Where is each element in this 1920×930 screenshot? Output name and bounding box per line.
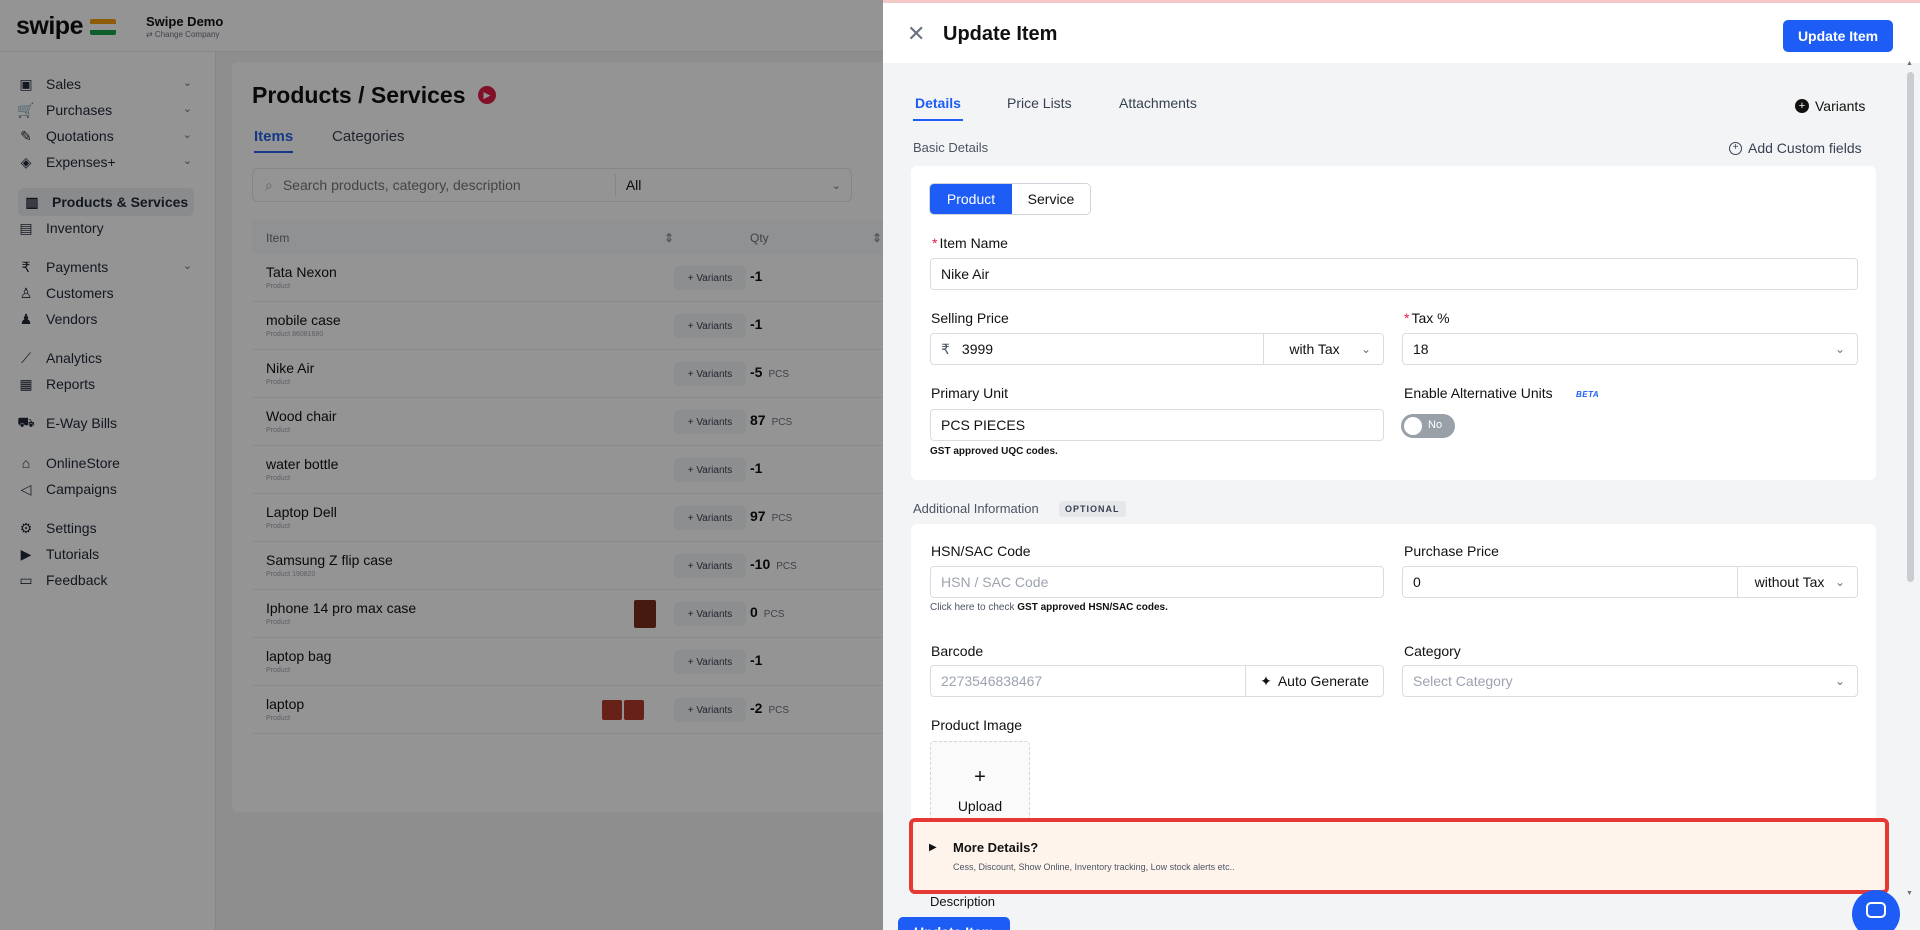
uqc-hint[interactable]: GST approved UQC codes. — [930, 446, 1058, 457]
hsn-input[interactable]: HSN / SAC Code — [930, 566, 1384, 598]
type-product-option[interactable]: Product — [930, 184, 1012, 214]
scroll-up-arrow[interactable]: ▲ — [1906, 60, 1913, 67]
chevron-down-icon: ⌄ — [1360, 342, 1371, 356]
plus-circle-icon: + — [1795, 99, 1809, 113]
product-image-label: Product Image — [931, 717, 1023, 733]
item-name-input[interactable]: Nike Air — [930, 258, 1858, 290]
more-details-subtitle: Cess, Discount, Show Online, Inventory t… — [953, 862, 1235, 872]
scrollbar-thumb[interactable] — [1907, 72, 1914, 582]
chat-icon — [1866, 902, 1886, 918]
selling-price-label: Selling Price — [931, 310, 1009, 326]
primary-unit-input[interactable]: PCS PIECES — [930, 409, 1384, 441]
chevron-down-icon: ⌄ — [1834, 342, 1845, 356]
chat-support-button[interactable] — [1852, 890, 1900, 930]
selling-price-input[interactable]: ₹ 3999 with Tax ⌄ — [930, 333, 1384, 365]
alt-units-label: Enable Alternative Units — [1404, 385, 1553, 401]
drawer-header: ✕ Update Item Update Item — [883, 3, 1920, 63]
rupee-icon: ₹ — [941, 340, 950, 357]
chevron-down-icon: ⌄ — [1834, 575, 1845, 589]
purchase-price-label: Purchase Price — [1404, 543, 1499, 559]
more-details-title: More Details? — [953, 840, 1039, 855]
update-item-button[interactable]: Update Item — [1783, 20, 1893, 52]
tab-attachments[interactable]: Attachments — [1117, 95, 1199, 119]
category-label: Category — [1404, 643, 1461, 659]
optional-badge: OPTIONAL — [1059, 501, 1126, 517]
item-name-label: * Item Name — [932, 235, 1008, 251]
purchase-price-input[interactable]: 0 without Tax ⌄ — [1402, 566, 1858, 598]
basic-details-heading: Basic Details — [913, 140, 989, 155]
more-details-expander[interactable]: ▶ More Details? Cess, Discount, Show Onl… — [909, 818, 1889, 894]
description-label: Description — [930, 894, 996, 909]
tax-label: * Tax % — [1404, 310, 1450, 326]
beta-badge: BETA — [1576, 390, 1600, 399]
plus-icon: + — [974, 766, 986, 788]
barcode-label: Barcode — [931, 643, 984, 659]
tax-select[interactable]: 18 ⌄ — [1402, 333, 1858, 365]
caret-right-icon: ▶ — [929, 842, 937, 853]
selling-tax-mode-select[interactable]: with Tax ⌄ — [1263, 334, 1383, 364]
magic-wand-icon: ✦ — [1260, 672, 1272, 689]
alt-units-toggle[interactable]: No — [1401, 414, 1455, 438]
update-item-button-bottom[interactable]: Update Item — [898, 917, 1010, 930]
primary-unit-label: Primary Unit — [931, 385, 1009, 401]
add-custom-fields-link[interactable]: + Add Custom fields — [1729, 140, 1862, 156]
additional-info-heading: Additional Information — [913, 501, 1039, 516]
tab-details[interactable]: Details — [913, 95, 963, 121]
chevron-down-icon: ⌄ — [1834, 674, 1845, 688]
scroll-down-arrow[interactable]: ▼ — [1906, 890, 1913, 897]
close-icon[interactable]: ✕ — [907, 23, 925, 45]
type-service-option[interactable]: Service — [1012, 184, 1090, 214]
drawer-title: Update Item — [943, 23, 1058, 45]
category-select[interactable]: Select Category ⌄ — [1402, 665, 1858, 697]
plus-circle-outline-icon: + — [1729, 141, 1742, 155]
hsn-label: HSN/SAC Code — [931, 543, 1031, 559]
tab-price-lists[interactable]: Price Lists — [1005, 95, 1074, 119]
variants-link[interactable]: + Variants — [1795, 98, 1865, 114]
hsn-hint[interactable]: Click here to check GST approved HSN/SAC… — [930, 602, 1168, 613]
item-type-toggle: Product Service — [929, 183, 1091, 215]
auto-generate-button[interactable]: ✦ Auto Generate — [1245, 666, 1383, 696]
purchase-tax-mode-select[interactable]: without Tax ⌄ — [1737, 567, 1857, 597]
barcode-input[interactable]: 2273546838467 ✦ Auto Generate — [930, 665, 1384, 697]
